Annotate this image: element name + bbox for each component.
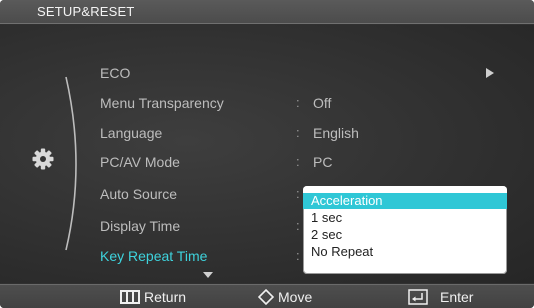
- pc-av-mode-value: PC: [313, 154, 333, 170]
- page-title: SETUP&RESET: [37, 4, 135, 19]
- separator: :: [296, 125, 300, 140]
- separator: :: [296, 95, 300, 110]
- dropdown-header: [303, 186, 507, 193]
- dropdown-option-2-sec[interactable]: 2 sec: [303, 227, 507, 243]
- menu-item-menu-transparency[interactable]: Menu Transparency: [100, 93, 224, 113]
- footer-bar: Return Move Enter: [0, 284, 534, 308]
- menu-transparency-value: Off: [313, 95, 332, 111]
- return-label: Return: [144, 289, 187, 305]
- menu-item-language[interactable]: Language: [100, 123, 162, 143]
- language-value: English: [313, 125, 359, 141]
- dropdown-option-1-sec[interactable]: 1 sec: [303, 210, 507, 226]
- separator: :: [296, 248, 300, 263]
- chevron-down-icon[interactable]: [203, 272, 213, 278]
- separator: :: [296, 186, 300, 201]
- menu-item-display-time[interactable]: Display Time: [100, 216, 180, 236]
- separator: :: [296, 218, 300, 233]
- dropdown-option-acceleration[interactable]: Acceleration: [303, 193, 507, 209]
- key-repeat-time-dropdown[interactable]: Acceleration 1 sec 2 sec No Repeat: [303, 186, 507, 274]
- submenu-arrow-icon: [486, 68, 494, 78]
- separator: :: [296, 154, 300, 169]
- move-label: Move: [278, 289, 313, 305]
- menu-item-pc-av-mode[interactable]: PC/AV Mode: [100, 152, 180, 172]
- enter-icon: [408, 289, 428, 305]
- menu-item-key-repeat-time[interactable]: Key Repeat Time: [100, 246, 207, 266]
- dropdown-option-no-repeat[interactable]: No Repeat: [303, 244, 507, 260]
- menu-item-eco[interactable]: ECO: [100, 63, 130, 83]
- menu-item-auto-source[interactable]: Auto Source: [100, 184, 177, 204]
- menu-icon: [120, 290, 140, 304]
- gear-icon: [32, 148, 54, 170]
- title-bar: SETUP&RESET: [0, 0, 534, 24]
- enter-label: Enter: [440, 289, 474, 305]
- diamond-nav-icon: [258, 289, 274, 305]
- osd-window: SETUP&RESET ECO Menu Transparency : Off …: [0, 0, 534, 308]
